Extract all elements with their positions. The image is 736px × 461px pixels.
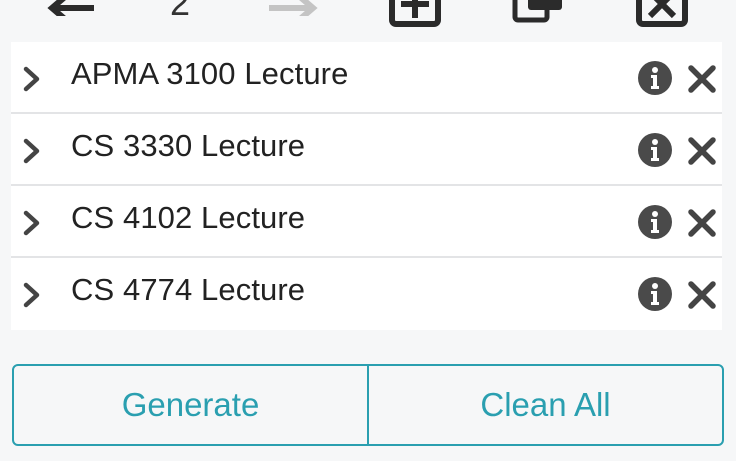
action-button-group: Generate Clean All [12,364,724,446]
remove-course-icon[interactable] [687,280,717,310]
schedule-page-number: 2 [170,0,191,23]
copy-schedule-icon[interactable] [512,0,568,28]
course-row: CS 3330 Lecture [11,114,722,186]
course-list: APMA 3100 Lecture CS 3330 Lecture CS 410… [11,42,722,330]
chevron-right-icon[interactable] [21,138,43,164]
course-label: CS 3330 Lecture [71,128,306,163]
chevron-right-icon[interactable] [21,282,43,308]
remove-course-icon[interactable] [687,136,717,166]
chevron-right-icon[interactable] [21,210,43,236]
info-icon[interactable] [637,276,673,312]
info-icon[interactable] [637,204,673,240]
schedule-toolbar: 2 [0,0,736,42]
chevron-right-icon[interactable] [21,66,43,92]
course-row: APMA 3100 Lecture [11,42,722,114]
info-icon[interactable] [637,132,673,168]
redo-arrow-icon[interactable] [265,0,321,16]
undo-arrow-icon[interactable] [44,0,100,16]
remove-course-icon[interactable] [687,208,717,238]
course-row: CS 4774 Lecture [11,258,722,330]
generate-button[interactable]: Generate [14,366,367,444]
course-label: CS 4102 Lecture [71,200,306,235]
delete-schedule-icon[interactable] [635,0,691,28]
course-row: CS 4102 Lecture [11,186,722,258]
remove-course-icon[interactable] [687,64,717,94]
course-label: CS 4774 Lecture [71,272,306,307]
add-schedule-icon[interactable] [388,0,444,28]
clean-all-button[interactable]: Clean All [367,366,722,444]
info-icon[interactable] [637,60,673,96]
course-label: APMA 3100 Lecture [71,56,349,91]
